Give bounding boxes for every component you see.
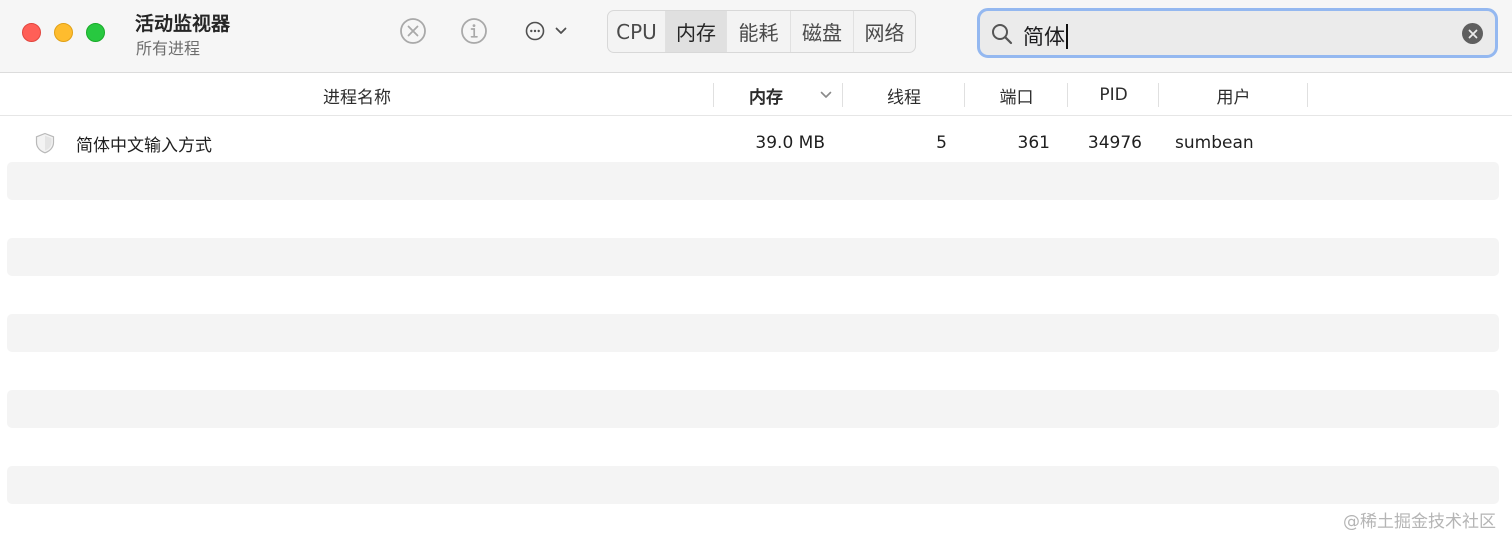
- ports-cell: 361: [1017, 133, 1050, 153]
- window-subtitle: 所有进程: [136, 39, 201, 58]
- column-header-label: 用户: [1216, 87, 1251, 108]
- empty-row: [7, 276, 1499, 314]
- column-header-label: 内存: [749, 87, 783, 108]
- search-query-text: 简体: [1023, 25, 1065, 49]
- clear-icon: [1468, 29, 1477, 38]
- sort-descending-icon: [820, 91, 832, 98]
- stop-process-icon: [400, 18, 426, 44]
- text-caret: [1066, 24, 1068, 49]
- zoom-window-button[interactable]: [86, 23, 105, 42]
- threads-cell: 5: [936, 133, 947, 153]
- memory-cell: 39.0 MB: [755, 133, 825, 153]
- search-icon: [992, 24, 1013, 45]
- table-header: 进程名称 内存 线程 端口 PID 用户: [0, 74, 1512, 116]
- empty-row: [7, 314, 1499, 352]
- tab-cpu[interactable]: CPU: [608, 11, 666, 52]
- empty-row: [7, 390, 1499, 428]
- info-icon: [461, 18, 487, 44]
- column-header-memory[interactable]: 内存: [714, 74, 843, 116]
- empty-row: [7, 200, 1499, 238]
- shield-icon: [35, 132, 55, 154]
- table-row[interactable]: 简体中文输入方式 39.0 MB 5 361 34976 sumbean: [7, 124, 1499, 162]
- pid-cell: 34976: [1087, 133, 1142, 153]
- search-input[interactable]: 简体: [1023, 21, 1068, 51]
- window-title: 活动监视器: [135, 13, 231, 35]
- column-header-process-name[interactable]: 进程名称: [0, 74, 714, 116]
- more-options-icon: [525, 21, 545, 41]
- chevron-down-icon: [555, 27, 567, 34]
- watermark: @稀土掘金技术社区: [1343, 512, 1496, 532]
- process-name-cell: 简体中文输入方式: [76, 135, 212, 156]
- column-header-label: 进程名称: [323, 87, 391, 108]
- empty-row: [7, 466, 1499, 504]
- column-divider[interactable]: [1307, 83, 1308, 107]
- toolbar: 活动监视器 所有进程 CPU 内存 能耗 磁盘 网络 简体: [0, 0, 1512, 73]
- empty-row: [7, 162, 1499, 200]
- empty-row: [7, 238, 1499, 276]
- column-header-label: 线程: [887, 87, 921, 108]
- tab-memory[interactable]: 内存: [666, 11, 727, 52]
- column-header-ports[interactable]: 端口: [965, 74, 1068, 116]
- stop-process-button[interactable]: [398, 16, 428, 46]
- empty-row: [7, 352, 1499, 390]
- tab-network[interactable]: 网络: [854, 11, 915, 52]
- column-header-threads[interactable]: 线程: [843, 74, 965, 116]
- close-window-button[interactable]: [22, 23, 41, 42]
- column-header-pid[interactable]: PID: [1068, 74, 1159, 116]
- column-header-user[interactable]: 用户: [1159, 74, 1308, 116]
- more-options-button[interactable]: [520, 16, 572, 46]
- column-header-label: 端口: [999, 87, 1034, 108]
- view-tabs: CPU 内存 能耗 磁盘 网络: [607, 10, 916, 53]
- tab-disk[interactable]: 磁盘: [791, 11, 854, 52]
- clear-search-button[interactable]: [1462, 23, 1483, 44]
- search-field[interactable]: 简体: [977, 8, 1498, 58]
- tab-energy[interactable]: 能耗: [727, 11, 791, 52]
- column-header-label: PID: [1099, 85, 1128, 105]
- empty-row: [7, 428, 1499, 466]
- user-cell: sumbean: [1175, 133, 1254, 153]
- inspect-process-button[interactable]: [459, 16, 489, 46]
- minimize-window-button[interactable]: [54, 23, 73, 42]
